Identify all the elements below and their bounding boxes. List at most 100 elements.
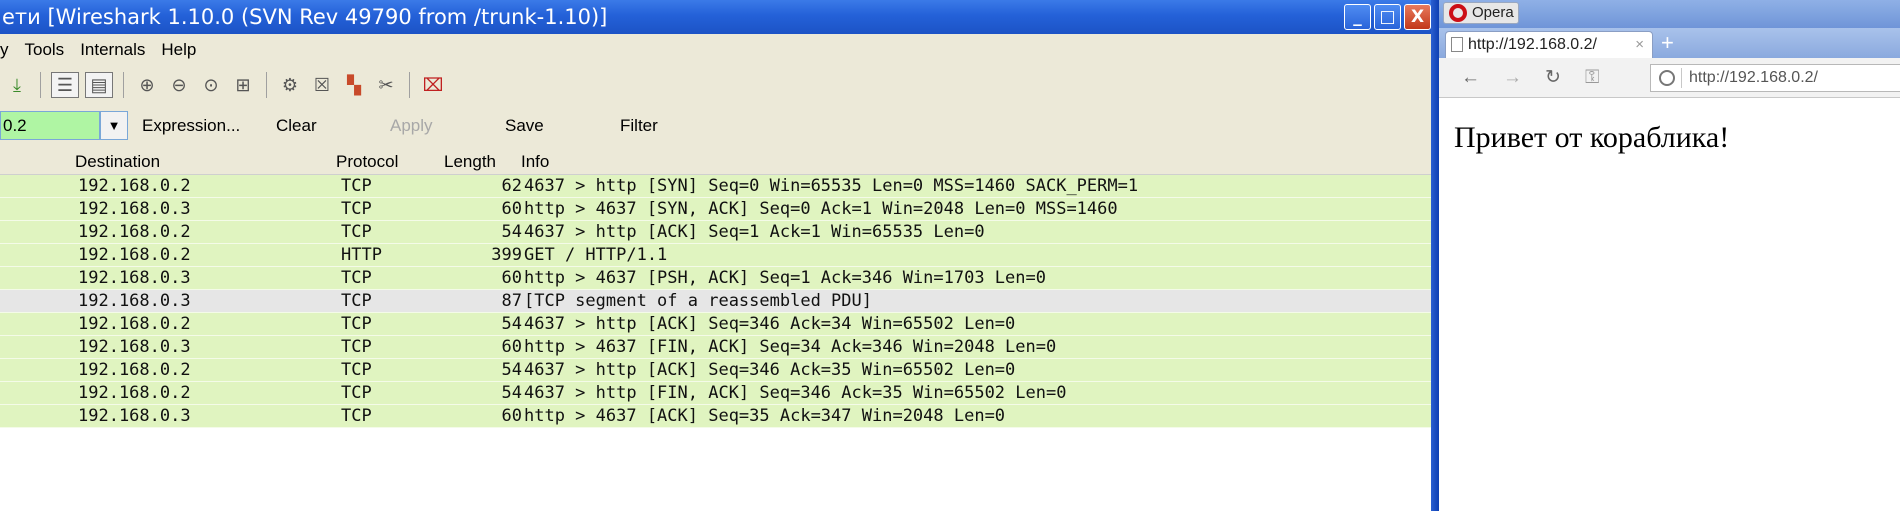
- cell-protocol: TCP: [341, 406, 372, 426]
- tab-close-button[interactable]: ×: [1635, 32, 1644, 57]
- cell-destination: 192.168.0.2: [78, 314, 191, 334]
- cell-destination: 192.168.0.2: [78, 245, 191, 265]
- key-icon[interactable]: ⚿: [1585, 64, 1599, 92]
- column-length[interactable]: Length: [444, 148, 496, 175]
- site-info-icon[interactable]: [1659, 70, 1675, 86]
- table-row[interactable]: 192.168.0.3 TCP 87 [TCP segment of a rea…: [0, 290, 1431, 313]
- address-text: http://192.168.0.2/: [1689, 69, 1818, 86]
- cell-protocol: TCP: [341, 222, 372, 242]
- table-row[interactable]: 192.168.0.2 HTTP 399 GET / HTTP/1.1: [0, 244, 1431, 267]
- table-row[interactable]: 192.168.0.3 TCP 60 http > 4637 [FIN, ACK…: [0, 336, 1431, 359]
- menu-bar: y Tools Internals Help: [0, 34, 1431, 66]
- cell-protocol: TCP: [341, 268, 372, 288]
- resize-columns-icon[interactable]: ⊞: [230, 72, 256, 98]
- wireshark-window: ети [Wireshark 1.10.0 (SVN Rev 49790 fro…: [0, 0, 1431, 511]
- chevron-down-icon[interactable]: ▼: [100, 111, 128, 140]
- table-row[interactable]: 192.168.0.3 TCP 60 http > 4637 [SYN, ACK…: [0, 198, 1431, 221]
- clear-button[interactable]: Clear: [276, 111, 317, 140]
- cell-info: 4637 > http [SYN] Seq=0 Win=65535 Len=0 …: [524, 176, 1139, 196]
- maximize-button[interactable]: □: [1374, 4, 1401, 30]
- display-filter-input[interactable]: 0.2: [0, 111, 100, 140]
- zoom-normal-icon[interactable]: ⊙: [198, 72, 224, 98]
- table-row[interactable]: 192.168.0.2 TCP 54 4637 > http [ACK] Seq…: [0, 221, 1431, 244]
- back-arrow-icon[interactable]: ←: [1461, 64, 1480, 92]
- address-bar[interactable]: http://192.168.0.2/: [1650, 64, 1900, 92]
- tab-title: http://192.168.0.2/: [1468, 36, 1597, 53]
- opera-menu-button[interactable]: Opera: [1443, 2, 1519, 24]
- minimize-button[interactable]: _: [1344, 4, 1371, 30]
- column-protocol[interactable]: Protocol: [336, 148, 398, 175]
- cell-length: 87: [501, 291, 522, 311]
- menu-internals[interactable]: Internals: [80, 34, 145, 66]
- help-icon[interactable]: ⌧: [420, 72, 446, 98]
- expression-button[interactable]: Expression...: [142, 111, 240, 140]
- go-last-icon[interactable]: ⤓: [4, 72, 30, 98]
- navigation-bar: ← → ↻ ⚿ http://192.168.0.2/: [1439, 58, 1900, 98]
- cell-length: 62: [501, 176, 522, 196]
- page-icon: [1451, 37, 1463, 52]
- table-row[interactable]: 192.168.0.2 TCP 54 4637 > http [ACK] Seq…: [0, 359, 1431, 382]
- wireshark-title-bar[interactable]: ети [Wireshark 1.10.0 (SVN Rev 49790 fro…: [0, 0, 1431, 34]
- colorize-icon[interactable]: ☰: [51, 72, 79, 98]
- cell-length: 60: [501, 406, 522, 426]
- cell-length: 54: [501, 222, 522, 242]
- cell-info: http > 4637 [SYN, ACK] Seq=0 Ack=1 Win=2…: [524, 199, 1118, 219]
- table-row[interactable]: 192.168.0.2 TCP 54 4637 > http [FIN, ACK…: [0, 382, 1431, 405]
- packet-list: 192.168.0.2 TCP 62 4637 > http [SYN] Seq…: [0, 175, 1431, 428]
- cell-protocol: TCP: [341, 337, 372, 357]
- address-separator: [1681, 68, 1682, 88]
- cell-destination: 192.168.0.2: [78, 383, 191, 403]
- cell-info: http > 4637 [ACK] Seq=35 Ack=347 Win=204…: [524, 406, 1006, 426]
- table-row[interactable]: 192.168.0.3 TCP 60 http > 4637 [PSH, ACK…: [0, 267, 1431, 290]
- preferences-icon[interactable]: ✂: [373, 72, 399, 98]
- menu-help[interactable]: Help: [161, 34, 196, 66]
- auto-scroll-icon[interactable]: ▤: [85, 72, 113, 98]
- table-row[interactable]: 192.168.0.2 TCP 54 4637 > http [ACK] Seq…: [0, 313, 1431, 336]
- window-title: ети [Wireshark 1.10.0 (SVN Rev 49790 fro…: [2, 5, 608, 29]
- cell-length: 60: [501, 199, 522, 219]
- browser-tab[interactable]: http://192.168.0.2/ ×: [1445, 31, 1653, 58]
- cell-destination: 192.168.0.2: [78, 360, 191, 380]
- window-controls: _ □ X: [1344, 4, 1431, 30]
- cell-destination: 192.168.0.3: [78, 291, 191, 311]
- opera-logo-icon: [1449, 4, 1467, 22]
- capture-filters-icon[interactable]: ⚙: [277, 72, 303, 98]
- reload-icon[interactable]: ↻: [1545, 64, 1561, 92]
- column-destination[interactable]: Destination: [75, 148, 160, 175]
- zoom-out-icon[interactable]: ⊖: [166, 72, 192, 98]
- apply-button[interactable]: Apply: [390, 111, 433, 140]
- table-row[interactable]: 192.168.0.3 TCP 60 http > 4637 [ACK] Seq…: [0, 405, 1431, 428]
- cell-info: 4637 > http [FIN, ACK] Seq=346 Ack=35 Wi…: [524, 383, 1067, 403]
- forward-arrow-icon[interactable]: →: [1503, 64, 1522, 92]
- page-heading: Привет от кораблика!: [1454, 121, 1730, 154]
- cell-protocol: HTTP: [341, 245, 382, 265]
- toolbar-separator: [40, 72, 41, 98]
- filter-toolbar: 0.2 ▼ Expression... Clear Apply Save Fil…: [0, 104, 1431, 148]
- table-row[interactable]: 192.168.0.2 TCP 62 4637 > http [SYN] Seq…: [0, 175, 1431, 198]
- filter-button[interactable]: Filter: [620, 111, 658, 140]
- display-filters-icon[interactable]: ☒: [309, 72, 335, 98]
- new-tab-button[interactable]: +: [1661, 30, 1674, 56]
- opera-title-bar: Opera: [1439, 0, 1900, 28]
- menu-tools[interactable]: Tools: [25, 34, 65, 66]
- cell-destination: 192.168.0.3: [78, 337, 191, 357]
- main-toolbar: ⤓ ☰ ▤ ⊕ ⊖ ⊙ ⊞ ⚙ ☒ ▚ ✂ ⌧: [0, 66, 1431, 104]
- cell-info: 4637 > http [ACK] Seq=346 Ack=35 Win=655…: [524, 360, 1016, 380]
- zoom-in-icon[interactable]: ⊕: [134, 72, 160, 98]
- column-info[interactable]: Info: [521, 148, 549, 175]
- cell-length: 54: [501, 360, 522, 380]
- cell-protocol: TCP: [341, 314, 372, 334]
- cell-protocol: TCP: [341, 176, 372, 196]
- page-content: Привет от кораблика!: [1439, 99, 1900, 511]
- cell-length: 60: [501, 337, 522, 357]
- cell-length: 60: [501, 268, 522, 288]
- cell-info: [TCP segment of a reassembled PDU]: [524, 291, 872, 311]
- close-button[interactable]: X: [1404, 4, 1431, 30]
- cell-info: 4637 > http [ACK] Seq=1 Ack=1 Win=65535 …: [524, 222, 985, 242]
- tab-bar: http://192.168.0.2/ × +: [1439, 28, 1900, 58]
- save-button[interactable]: Save: [505, 111, 544, 140]
- coloring-rules-icon[interactable]: ▚: [341, 72, 367, 98]
- cell-protocol: TCP: [341, 360, 372, 380]
- menu-view[interactable]: y: [0, 34, 9, 66]
- cell-length: 54: [501, 314, 522, 334]
